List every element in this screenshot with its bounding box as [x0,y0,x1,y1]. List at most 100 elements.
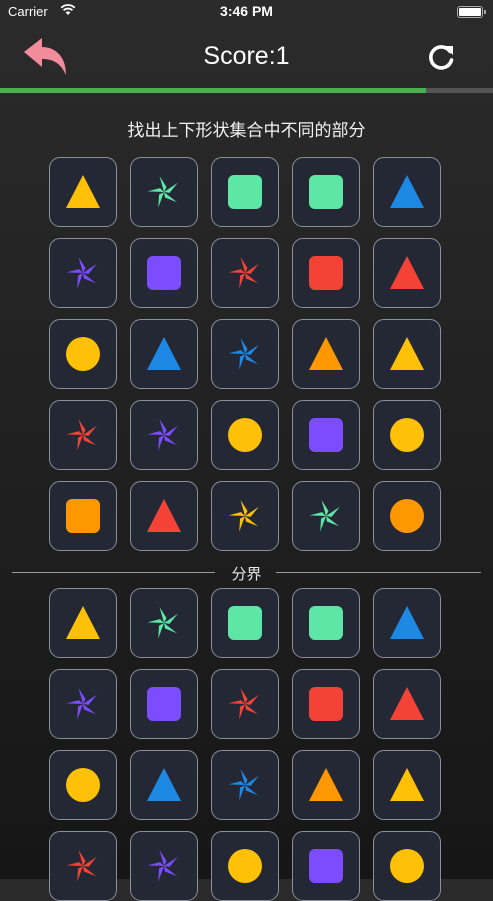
refresh-button[interactable] [424,42,458,76]
status-bar: Carrier 3:46 PM [0,0,493,24]
triangle-icon [390,768,424,801]
top-shape-tile[interactable] [373,238,441,308]
square-icon [228,606,262,640]
pinwheel-icon [66,850,97,882]
circle-icon [390,849,424,883]
circle-icon [228,418,262,452]
top-shape-tile[interactable] [211,157,279,227]
triangle-icon [390,687,424,720]
bottom-shape-tile[interactable] [211,750,279,820]
bottom-shape-tile[interactable] [211,831,279,901]
bottom-shape-tile[interactable] [292,831,360,901]
triangle-icon [66,606,100,639]
square-icon [309,849,343,883]
circle-icon [66,768,100,802]
bottom-shape-tile[interactable] [292,588,360,658]
top-shape-tile[interactable] [211,319,279,389]
divider: 分界 [12,564,481,583]
square-icon [309,606,343,640]
square-icon [309,175,343,209]
bottom-shape-tile[interactable] [130,588,198,658]
top-shape-tile[interactable] [211,238,279,308]
score-label: Score:1 [203,42,290,70]
circle-icon [390,499,424,533]
triangle-icon [66,175,100,208]
pinwheel-icon [228,500,259,532]
top-shape-tile[interactable] [49,238,117,308]
top-shape-grid [49,157,444,551]
square-icon [66,499,100,533]
refresh-icon [429,45,454,70]
bottom-shape-tile[interactable] [373,750,441,820]
bottom-shape-tile[interactable] [49,831,117,901]
top-shape-tile[interactable] [373,157,441,227]
divider-label: 分界 [231,565,262,583]
bottom-shape-tile[interactable] [292,669,360,739]
pinwheel-icon [147,419,178,451]
triangle-icon [390,256,424,289]
pinwheel-icon [147,176,178,208]
top-shape-tile[interactable] [49,400,117,470]
bottom-shape-grid [49,588,444,901]
top-shape-tile[interactable] [130,319,198,389]
bottom-shape-tile[interactable] [49,588,117,658]
bottom-shape-tile[interactable] [130,831,198,901]
top-shape-tile[interactable] [211,481,279,551]
progress-bar [0,88,493,93]
bottom-shape-tile[interactable] [211,669,279,739]
pinwheel-icon [66,419,97,451]
circle-icon [66,337,100,371]
circle-icon [228,849,262,883]
pinwheel-icon [147,607,178,639]
pinwheel-icon [309,500,340,532]
circle-icon [390,418,424,452]
bottom-shape-tile[interactable] [373,588,441,658]
top-shape-tile[interactable] [292,157,360,227]
top-shape-tile[interactable] [130,481,198,551]
battery-icon [457,6,486,18]
top-shape-tile[interactable] [211,400,279,470]
top-shape-tile[interactable] [130,400,198,470]
pinwheel-icon [228,338,259,370]
pinwheel-icon [66,257,97,289]
triangle-icon [147,337,181,370]
pinwheel-icon [147,850,178,882]
triangle-icon [390,606,424,639]
top-shape-tile[interactable] [130,238,198,308]
bottom-shape-tile[interactable] [373,831,441,901]
bottom-shape-tile[interactable] [211,588,279,658]
top-shape-tile[interactable] [49,157,117,227]
square-icon [309,256,343,290]
top-shape-tile[interactable] [292,400,360,470]
bottom-shape-tile[interactable] [49,750,117,820]
square-icon [309,418,343,452]
top-shape-tile[interactable] [292,319,360,389]
top-shape-tile[interactable] [373,400,441,470]
divider-line-right [276,572,481,573]
triangle-icon [390,337,424,370]
top-shape-tile[interactable] [49,481,117,551]
top-shape-tile[interactable] [373,481,441,551]
pinwheel-icon [228,688,259,720]
triangle-icon [309,337,343,370]
top-shape-tile[interactable] [49,319,117,389]
square-icon [309,687,343,721]
top-shape-tile[interactable] [292,238,360,308]
square-icon [147,687,181,721]
triangle-icon [309,768,343,801]
pinwheel-icon [228,257,259,289]
progress-fill [0,88,427,93]
pinwheel-icon [228,769,259,801]
bottom-shape-tile[interactable] [49,669,117,739]
bottom-shape-tile[interactable] [130,750,198,820]
top-shape-tile[interactable] [130,157,198,227]
top-shape-tile[interactable] [292,481,360,551]
bottom-shape-tile[interactable] [130,669,198,739]
square-icon [147,256,181,290]
bottom-shape-tile[interactable] [292,750,360,820]
top-shape-tile[interactable] [373,319,441,389]
square-icon [228,175,262,209]
status-time: 3:46 PM [220,3,273,19]
bottom-shape-tile[interactable] [373,669,441,739]
instruction-text: 找出上下形状集合中不同的部分 [127,121,366,141]
